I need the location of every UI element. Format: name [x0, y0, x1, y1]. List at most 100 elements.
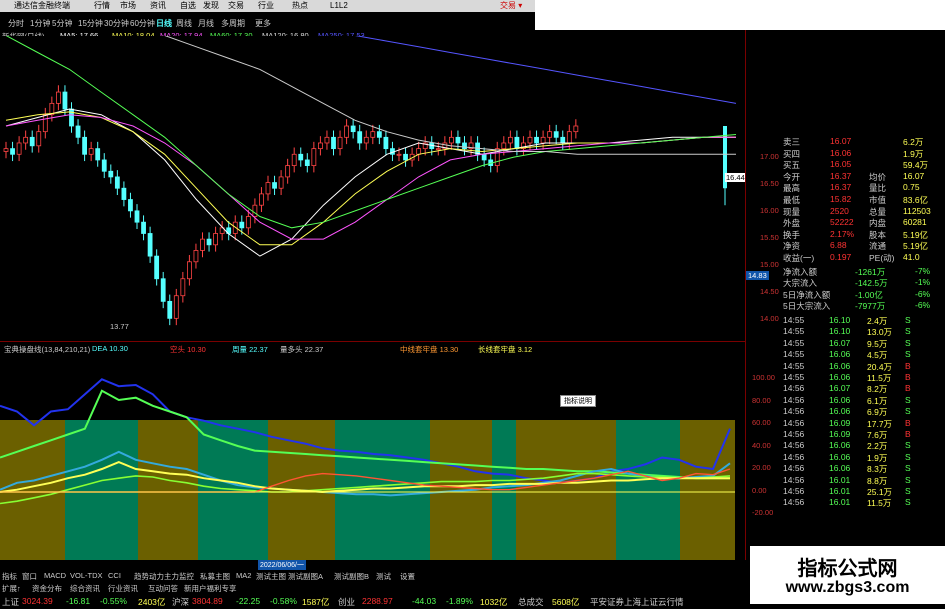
period-tab-8[interactable]: 月线 — [198, 18, 214, 29]
quote-value: 52222 — [830, 217, 854, 228]
quote-label: 买五 — [783, 160, 801, 171]
tick-price: 16.10 — [829, 326, 851, 337]
indicator-legend-1: 空头 10.30 — [170, 345, 206, 354]
period-tab-5[interactable]: 60分钟 — [130, 18, 155, 29]
quote-label2: PE(动) — [869, 253, 895, 263]
tick-volume: 13.0万 — [867, 327, 893, 338]
status-item-0: 上证 — [2, 597, 20, 607]
tick-price: 16.06 — [829, 440, 851, 451]
zone-band — [138, 420, 198, 560]
period-tab-0[interactable]: 分时 — [8, 18, 24, 29]
menu-8[interactable]: 热点 — [292, 0, 308, 12]
info-tab-3[interactable]: 行业资讯 — [108, 583, 138, 594]
tick-row: 14:56 16.09 17.7万 B — [745, 418, 945, 429]
period-tab-10[interactable]: 更多 — [255, 18, 271, 29]
info-tab-1[interactable]: 资金分布 — [32, 583, 62, 594]
indicator-tab-7[interactable]: 私募主图 — [200, 571, 230, 582]
quote-label: 卖三 — [783, 137, 801, 147]
tick-side: S — [905, 451, 911, 462]
period-tab-2[interactable]: 5分钟 — [52, 18, 72, 29]
indicator-popup[interactable]: 指标说明 — [560, 395, 596, 407]
indicator-tab-5[interactable]: 趋势动力 — [134, 571, 164, 582]
quote-value: 6.88 — [830, 240, 847, 251]
tick-price: 16.06 — [829, 451, 851, 462]
indicator-tab-1[interactable]: 窗口 — [22, 571, 37, 582]
indicator-tab-6[interactable]: 主力监控 — [164, 571, 194, 582]
tick-volume: 20.4万 — [867, 361, 893, 372]
quote-value: 2.17% — [830, 228, 855, 239]
period-tab-3[interactable]: 15分钟 — [78, 18, 103, 29]
tick-row: 14:55 16.10 13.0万 S — [745, 326, 945, 337]
menu-9[interactable]: L1L2 — [330, 0, 348, 12]
flow-pct: -6% — [915, 300, 931, 311]
date-cursor-label: 2022/06/06/一 — [258, 560, 306, 570]
menu-6[interactable]: 交易 — [228, 0, 244, 12]
menu-3[interactable]: 资讯 — [150, 0, 166, 12]
info-tab-2[interactable]: 综合资讯 — [70, 583, 100, 594]
quote-label: 净资 — [783, 241, 801, 252]
tick-volume: 6.9万 — [867, 407, 888, 418]
quote-value2: 112503 — [903, 205, 931, 216]
tick-side: S — [905, 486, 911, 496]
period-tab-7[interactable]: 周线 — [176, 18, 192, 29]
tick-time: 14:56 — [783, 429, 805, 439]
title-bar: 通达信金融终端 行情 市场 资讯 自选 发现 交易 行业 热点 L1L2 交易 ▾ — [0, 0, 535, 12]
tick-volume: 9.5万 — [867, 338, 888, 349]
period-tab-9[interactable]: 多周期 — [221, 18, 245, 29]
tick-time: 14:55 — [783, 315, 805, 325]
indicator-tab-0[interactable]: 指标 — [2, 571, 17, 582]
info-tab-4[interactable]: 互动问答 — [148, 583, 178, 594]
menu-2[interactable]: 市场 — [120, 0, 136, 12]
tick-time: 14:56 — [783, 406, 805, 417]
menu-7[interactable]: 行业 — [258, 0, 274, 12]
tick-side: S — [905, 406, 911, 417]
status-item-17: 平安证券上海上证云行情 — [590, 597, 684, 607]
quote-row: 外盘 52222 内盘 60281 — [745, 217, 945, 228]
menu-4[interactable]: 自选 — [180, 0, 196, 12]
indicator-tab-12[interactable]: 测试 — [376, 571, 391, 582]
indicator-tab-3[interactable]: VOL-TDX — [70, 571, 103, 580]
candlestick-chart[interactable] — [0, 36, 745, 342]
tick-time: 14:56 — [783, 383, 805, 394]
menu-1[interactable]: 行情 — [94, 0, 110, 12]
tick-side: B — [905, 360, 911, 371]
tick-row: 14:56 16.01 25.1万 S — [745, 486, 945, 497]
tick-row: 14:56 16.09 7.6万 B — [745, 429, 945, 440]
tick-price: 16.07 — [829, 337, 851, 348]
period-tab-4[interactable]: 30分钟 — [104, 18, 129, 29]
indicator-tab-4[interactable]: CCI — [108, 571, 121, 580]
tick-price: 16.07 — [829, 383, 851, 394]
zone-band — [680, 420, 735, 560]
tick-side: B — [905, 417, 911, 428]
period-tab-6[interactable]: 日线 — [156, 18, 172, 29]
indicator-tab-13[interactable]: 设置 — [400, 571, 415, 582]
menu-5[interactable]: 发现 — [203, 0, 219, 12]
period-tab-1[interactable]: 1分钟 — [30, 18, 50, 29]
indicator-tab-8[interactable]: MA2 — [236, 571, 251, 580]
quote-label2: 总量 — [869, 206, 887, 217]
indicator-name[interactable]: 宝典操盘线(13,84,210,21) — [4, 344, 90, 355]
info-tab-0[interactable]: 扩展↑ — [2, 583, 21, 594]
tick-side: B — [905, 383, 911, 394]
status-item-12: -44.03 — [412, 596, 437, 606]
tick-time: 14:56 — [783, 497, 805, 508]
indicator-tab-2[interactable]: MACD — [44, 571, 66, 580]
indicator-tab-9[interactable]: 测试主图 — [256, 571, 286, 582]
indicator-chart[interactable] — [0, 365, 745, 560]
tick-volume: 25.1万 — [867, 487, 893, 497]
tick-time: 14:55 — [783, 326, 805, 337]
indicator-legend-2: 周量 22.37 — [232, 345, 268, 354]
tick-side: S — [905, 497, 911, 508]
quote-value2: 16.07 — [903, 170, 925, 181]
quote-value2: 59.4万 — [903, 160, 929, 171]
flow-row: 净流入额 -1261万 -7% — [745, 266, 945, 277]
quote-row: 买四 16.06 1.9万 — [745, 148, 945, 159]
info-tab-5[interactable]: 新用户福利专享 — [184, 583, 237, 594]
indicator-tab-11[interactable]: 测试副图B — [334, 571, 369, 582]
quote-row: 买五 16.05 59.4万 — [745, 159, 945, 170]
tick-price: 16.06 — [829, 463, 851, 474]
tick-price: 16.01 — [829, 486, 851, 496]
trade-menu[interactable]: 交易 ▾ — [500, 0, 522, 12]
zone-band — [616, 420, 680, 560]
indicator-tab-10[interactable]: 测试副图A — [288, 571, 323, 582]
